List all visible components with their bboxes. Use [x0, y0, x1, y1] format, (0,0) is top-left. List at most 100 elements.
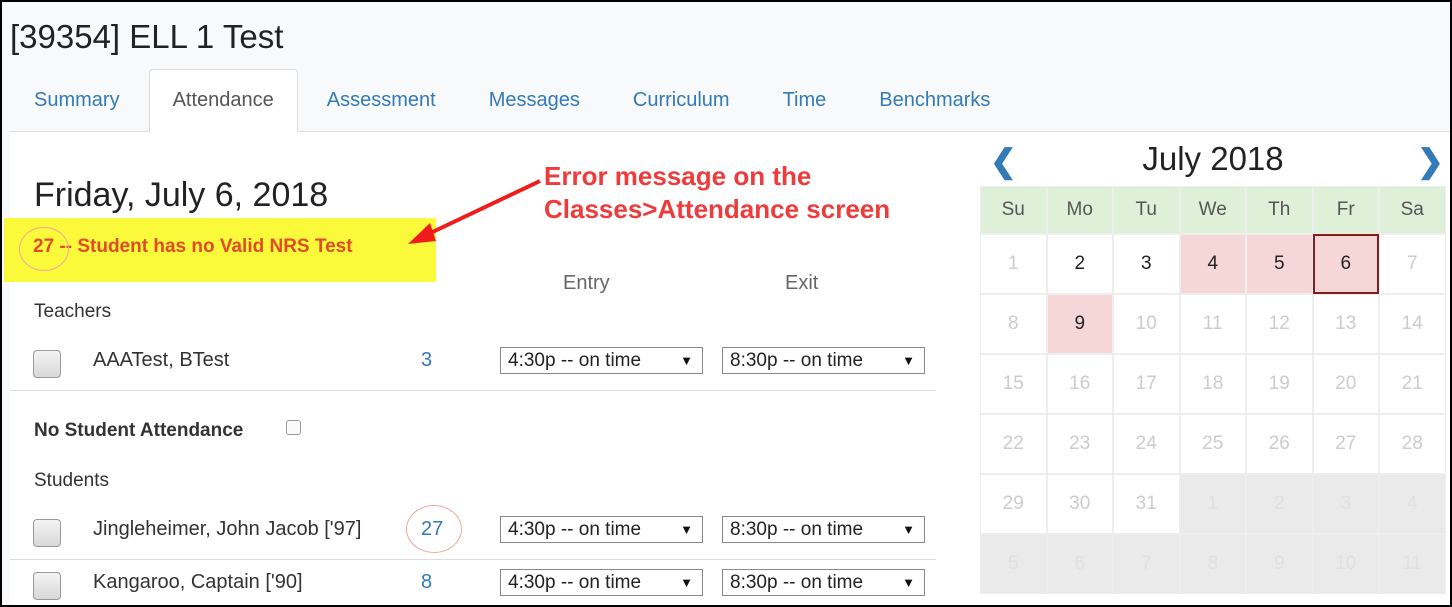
- calendar-day[interactable]: 18: [1179, 354, 1246, 414]
- calendar-week-row: 5 6 7 8 9 10 11: [980, 534, 1446, 594]
- no-student-attendance-label: No Student Attendance: [34, 420, 244, 441]
- calendar-day[interactable]: 22: [980, 414, 1047, 474]
- calendar-week-row: 22 23 24 25 26 27 28: [980, 414, 1446, 474]
- tab-curriculum[interactable]: Curriculum: [609, 69, 754, 131]
- calendar-day[interactable]: 3: [1113, 234, 1180, 294]
- calendar-day[interactable]: 3: [1312, 474, 1379, 534]
- calendar-day[interactable]: 31: [1113, 474, 1180, 534]
- calendar-day[interactable]: 12: [1246, 294, 1313, 354]
- calendar-week-row: 15 16 17 18 19 20 21: [980, 354, 1446, 414]
- select-value: 4:30p -- on time: [508, 350, 642, 371]
- tab-messages[interactable]: Messages: [465, 69, 604, 131]
- calendar-day[interactable]: 24: [1113, 414, 1180, 474]
- no-student-attendance-checkbox[interactable]: [286, 420, 301, 435]
- calendar-day[interactable]: 4: [1379, 474, 1446, 534]
- dropdown-arrow-icon: ▼: [902, 575, 915, 590]
- dropdown-arrow-icon: ▼: [902, 522, 915, 537]
- calendar-day[interactable]: 27: [1312, 414, 1379, 474]
- student-count-link[interactable]: 8: [421, 571, 432, 594]
- error-code-circle: [19, 227, 69, 271]
- calendar-title: July 2018: [1142, 140, 1284, 177]
- calendar-weekday-row: Su Mo Tu We Th Fr Sa: [980, 186, 1446, 234]
- student-checkbox[interactable]: [33, 572, 61, 600]
- teacher-name: AAATest, BTest: [93, 349, 230, 371]
- calendar-day[interactable]: 2: [1046, 234, 1113, 294]
- calendar-day[interactable]: 1: [980, 234, 1047, 294]
- calendar-day[interactable]: 19: [1246, 354, 1313, 414]
- chevron-right-icon[interactable]: ❯: [1417, 142, 1444, 180]
- calendar-day[interactable]: 25: [1179, 414, 1246, 474]
- calendar-week-row: 1234567: [980, 234, 1446, 294]
- calendar-weekday: Su: [980, 186, 1047, 234]
- tab-attendance[interactable]: Attendance: [148, 69, 298, 132]
- student-exit-select[interactable]: 8:30p -- on time ▼: [722, 569, 925, 596]
- calendar-day[interactable]: 30: [1046, 474, 1113, 534]
- select-value: 8:30p -- on time: [730, 350, 864, 371]
- calendar-day[interactable]: 17: [1113, 354, 1180, 414]
- student-checkbox[interactable]: [33, 519, 61, 547]
- calendar-day[interactable]: 1: [1179, 474, 1246, 534]
- teachers-label: Teachers: [34, 301, 112, 322]
- calendar-day[interactable]: 10: [1312, 534, 1379, 594]
- calendar-day[interactable]: 10: [1113, 294, 1180, 354]
- divider: [10, 559, 936, 560]
- calendar-day[interactable]: 21: [1379, 354, 1446, 414]
- tab-assessment[interactable]: Assessment: [303, 69, 460, 131]
- calendar-day[interactable]: 7: [1379, 234, 1446, 294]
- calendar-day[interactable]: 11: [1379, 534, 1446, 594]
- date-heading: Friday, July 6, 2018: [34, 176, 329, 214]
- calendar-day[interactable]: 13: [1312, 294, 1379, 354]
- dropdown-arrow-icon: ▼: [902, 353, 915, 368]
- calendar-day[interactable]: 4: [1179, 234, 1246, 294]
- calendar-day[interactable]: 28: [1379, 414, 1446, 474]
- calendar-day[interactable]: 15: [980, 354, 1047, 414]
- tab-summary[interactable]: Summary: [10, 69, 144, 131]
- calendar-week-row: 29 30 31 1 2 3 4: [980, 474, 1446, 534]
- students-label: Students: [34, 470, 109, 491]
- student-entry-select[interactable]: 4:30p -- on time ▼: [500, 516, 703, 543]
- calendar-grid: Su Mo Tu We Th Fr Sa 1 2 3 4 5 6 7 8 9 10 11 12 13 14 15 16 17…: [980, 186, 1446, 594]
- calendar-weekday: Fr: [1312, 186, 1379, 234]
- teacher-checkbox[interactable]: [33, 350, 61, 378]
- calendar-day[interactable]: 5: [980, 534, 1047, 594]
- calendar-day[interactable]: 11: [1179, 294, 1246, 354]
- calendar-day[interactable]: 2: [1246, 474, 1313, 534]
- calendar-day[interactable]: 9: [1046, 294, 1113, 354]
- calendar-day[interactable]: 14: [1379, 294, 1446, 354]
- calendar-day[interactable]: 6: [1046, 534, 1113, 594]
- exit-column-header: Exit: [785, 272, 819, 294]
- calendar-day[interactable]: 5: [1246, 234, 1313, 294]
- select-value: 8:30p -- on time: [730, 519, 864, 540]
- dropdown-arrow-icon: ▼: [680, 575, 693, 590]
- calendar-day[interactable]: 8: [1179, 534, 1246, 594]
- tab-time[interactable]: Time: [759, 69, 851, 131]
- calendar-weekday: We: [1179, 186, 1246, 234]
- calendar-day[interactable]: 9: [1246, 534, 1313, 594]
- calendar-day-selected[interactable]: 6: [1312, 234, 1379, 294]
- calendar-day[interactable]: 8: [980, 294, 1047, 354]
- calendar-day[interactable]: 20: [1312, 354, 1379, 414]
- tab-bar: Summary Attendance Assessment Messages C…: [10, 69, 1452, 132]
- calendar-day[interactable]: 26: [1246, 414, 1313, 474]
- calendar-day[interactable]: 16: [1046, 354, 1113, 414]
- calendar-weekday: Sa: [1379, 186, 1446, 234]
- annotation-line-2: Classes>Attendance screen: [544, 194, 891, 224]
- calendar-day[interactable]: 23: [1046, 414, 1113, 474]
- error-message: 27 -- Student has no Valid NRS Test: [33, 236, 353, 257]
- calendar-weekday: Tu: [1113, 186, 1180, 234]
- student-exit-select[interactable]: 8:30p -- on time ▼: [722, 516, 925, 543]
- student-entry-select[interactable]: 4:30p -- on time ▼: [500, 569, 703, 596]
- annotation-line-1: Error message on the: [544, 161, 812, 191]
- teacher-entry-select[interactable]: 4:30p -- on time ▼: [500, 347, 703, 374]
- annotation-arrow-icon: [408, 179, 541, 244]
- teacher-count-link[interactable]: 3: [421, 349, 432, 372]
- tab-benchmarks[interactable]: Benchmarks: [855, 69, 1014, 131]
- select-value: 4:30p -- on time: [508, 519, 642, 540]
- calendar-weekday: Th: [1246, 186, 1313, 234]
- select-value: 4:30p -- on time: [508, 572, 642, 593]
- calendar-day[interactable]: 7: [1113, 534, 1180, 594]
- select-value: 8:30p -- on time: [730, 572, 864, 593]
- student-count-link[interactable]: 27: [421, 518, 443, 541]
- teacher-exit-select[interactable]: 8:30p -- on time ▼: [722, 347, 925, 374]
- calendar-day[interactable]: 29: [980, 474, 1047, 534]
